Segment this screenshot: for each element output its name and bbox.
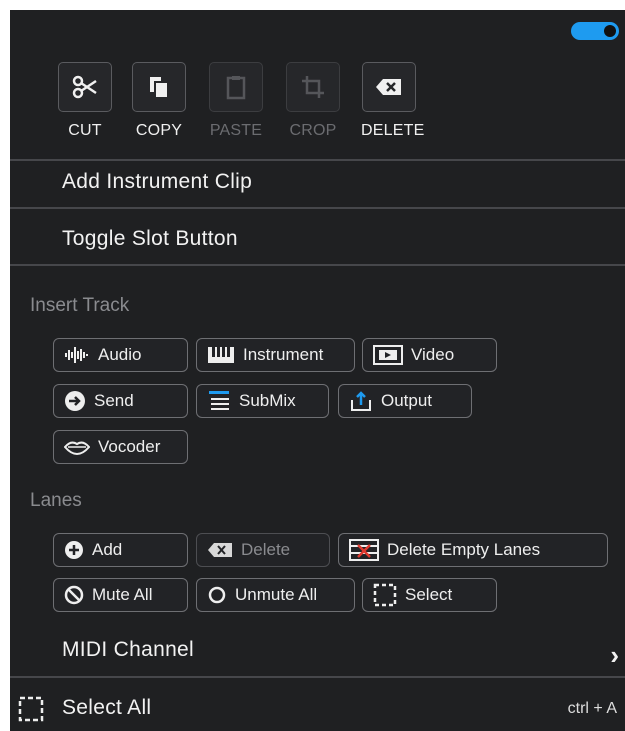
delete-label: DELETE bbox=[361, 122, 425, 139]
copy-icon bbox=[132, 62, 186, 112]
insert-instrument-button[interactable]: Instrument bbox=[196, 338, 355, 372]
output-icon bbox=[351, 391, 371, 411]
chevron-right-icon: › bbox=[610, 640, 619, 670]
add-label: Add bbox=[92, 540, 123, 559]
plus-circle-icon bbox=[65, 541, 83, 559]
context-menu: CUT COPY PASTE CROP DELETE Add Instrumen… bbox=[10, 10, 625, 731]
delete-button[interactable]: DELETE bbox=[361, 62, 425, 140]
cut-label: CUT bbox=[68, 122, 102, 139]
select-lanes-button[interactable]: Select bbox=[362, 578, 497, 612]
video-label: Video bbox=[411, 345, 455, 364]
paste-label: PASTE bbox=[209, 122, 263, 139]
divider bbox=[10, 676, 625, 678]
divider bbox=[10, 159, 625, 161]
scissors-icon bbox=[58, 62, 112, 112]
selection-icon bbox=[18, 696, 44, 727]
toggle-knob bbox=[604, 25, 616, 37]
copy-label: COPY bbox=[135, 122, 183, 139]
mute-all-label: Mute All bbox=[92, 585, 153, 604]
lanes-heading: Lanes bbox=[30, 490, 82, 511]
waveform-icon bbox=[65, 347, 88, 363]
midi-channel-item[interactable]: MIDI Channel bbox=[62, 638, 194, 662]
send-arrow-icon bbox=[65, 391, 85, 411]
select-all-shortcut: ctrl + A bbox=[567, 700, 617, 717]
insert-video-button[interactable]: Video bbox=[362, 338, 497, 372]
toggle-switch[interactable] bbox=[571, 22, 619, 40]
add-instrument-clip-item[interactable]: Add Instrument Clip bbox=[62, 170, 252, 194]
select-label: Select bbox=[405, 585, 453, 604]
selection-icon bbox=[373, 583, 397, 607]
backspace-icon bbox=[362, 62, 416, 112]
unmute-all-label: Unmute All bbox=[235, 585, 318, 604]
insert-send-button[interactable]: Send bbox=[53, 384, 188, 418]
divider bbox=[10, 207, 625, 209]
unmute-icon bbox=[208, 586, 226, 604]
delete-lane-label: Delete bbox=[241, 540, 291, 559]
film-icon bbox=[373, 345, 403, 365]
vocoder-label: Vocoder bbox=[98, 437, 161, 456]
audio-label: Audio bbox=[98, 345, 142, 364]
output-label: Output bbox=[381, 391, 433, 410]
clipboard-icon bbox=[209, 62, 263, 112]
piano-keys-icon bbox=[208, 347, 234, 363]
add-lane-button[interactable]: Add bbox=[53, 533, 188, 567]
submix-label: SubMix bbox=[239, 391, 296, 410]
delete-empty-lanes-button[interactable]: Delete Empty Lanes bbox=[338, 533, 608, 567]
lips-icon bbox=[64, 441, 90, 455]
paste-button[interactable]: PASTE bbox=[208, 62, 264, 140]
delete-lane-button[interactable]: Delete bbox=[196, 533, 330, 567]
cut-button[interactable]: CUT bbox=[57, 62, 113, 140]
crop-button[interactable]: CROP bbox=[285, 62, 341, 140]
insert-submix-button[interactable]: SubMix bbox=[196, 384, 329, 418]
delete-empty-lanes-label: Delete Empty Lanes bbox=[387, 540, 541, 559]
instrument-label: Instrument bbox=[243, 345, 324, 364]
select-all-item[interactable]: Select All bbox=[62, 696, 151, 720]
send-label: Send bbox=[94, 391, 134, 410]
insert-output-button[interactable]: Output bbox=[338, 384, 472, 418]
unmute-all-button[interactable]: Unmute All bbox=[196, 578, 355, 612]
mute-all-button[interactable]: Mute All bbox=[53, 578, 188, 612]
insert-audio-button[interactable]: Audio bbox=[53, 338, 188, 372]
divider bbox=[10, 264, 625, 266]
insert-track-heading: Insert Track bbox=[30, 295, 130, 316]
insert-vocoder-button[interactable]: Vocoder bbox=[53, 430, 188, 464]
toggle-slot-button-item[interactable]: Toggle Slot Button bbox=[62, 227, 238, 251]
crop-icon bbox=[286, 62, 340, 112]
backspace-icon bbox=[208, 543, 232, 557]
crop-label: CROP bbox=[289, 122, 337, 139]
submix-icon bbox=[209, 391, 229, 410]
delete-empty-lanes-icon bbox=[349, 539, 379, 561]
copy-button[interactable]: COPY bbox=[131, 62, 187, 140]
mute-icon bbox=[64, 585, 84, 605]
